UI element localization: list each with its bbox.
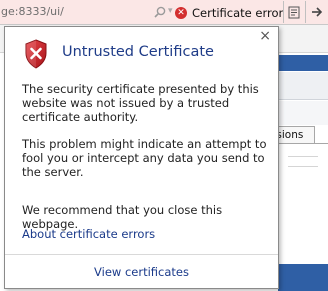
go-arrow-icon bbox=[312, 7, 323, 17]
compat-view-icon bbox=[288, 6, 300, 18]
address-bar: ge:8333/ui/ ▾ ✕ Certificate error bbox=[0, 0, 328, 25]
popup-title: Untrusted Certificate bbox=[62, 44, 214, 60]
page-divider bbox=[288, 166, 318, 167]
certificate-error-button[interactable]: ✕ Certificate error bbox=[175, 3, 284, 22]
view-certificates-link[interactable]: View certificates bbox=[5, 255, 278, 288]
page-row bbox=[278, 101, 328, 125]
cert-error-icon: ✕ bbox=[175, 6, 187, 19]
page-footer-band bbox=[278, 264, 328, 291]
close-icon[interactable]: × bbox=[259, 29, 271, 43]
tab-permissions[interactable]: issions bbox=[278, 126, 315, 144]
about-certificate-errors-link[interactable]: About certificate errors bbox=[22, 227, 155, 241]
popup-warning: This problem might indicate an attempt t… bbox=[22, 137, 267, 179]
compat-view-button[interactable] bbox=[283, 1, 304, 23]
search-dropdown-caret[interactable]: ▾ bbox=[168, 6, 173, 16]
shield-error-icon bbox=[25, 39, 47, 69]
popup-description: The security certificate presented by th… bbox=[22, 82, 259, 124]
certificate-error-popup: × Untrusted Certificate The security cer… bbox=[4, 26, 279, 289]
page-divider bbox=[288, 156, 318, 157]
popup-footer: View certificates bbox=[5, 254, 278, 288]
search-icon[interactable] bbox=[153, 5, 167, 19]
go-button[interactable] bbox=[305, 1, 328, 23]
page-row bbox=[278, 72, 328, 100]
page-blue-band bbox=[278, 55, 328, 71]
certificate-error-label: Certificate error bbox=[192, 5, 284, 20]
url-text[interactable]: ge:8333/ui/ bbox=[1, 5, 64, 18]
